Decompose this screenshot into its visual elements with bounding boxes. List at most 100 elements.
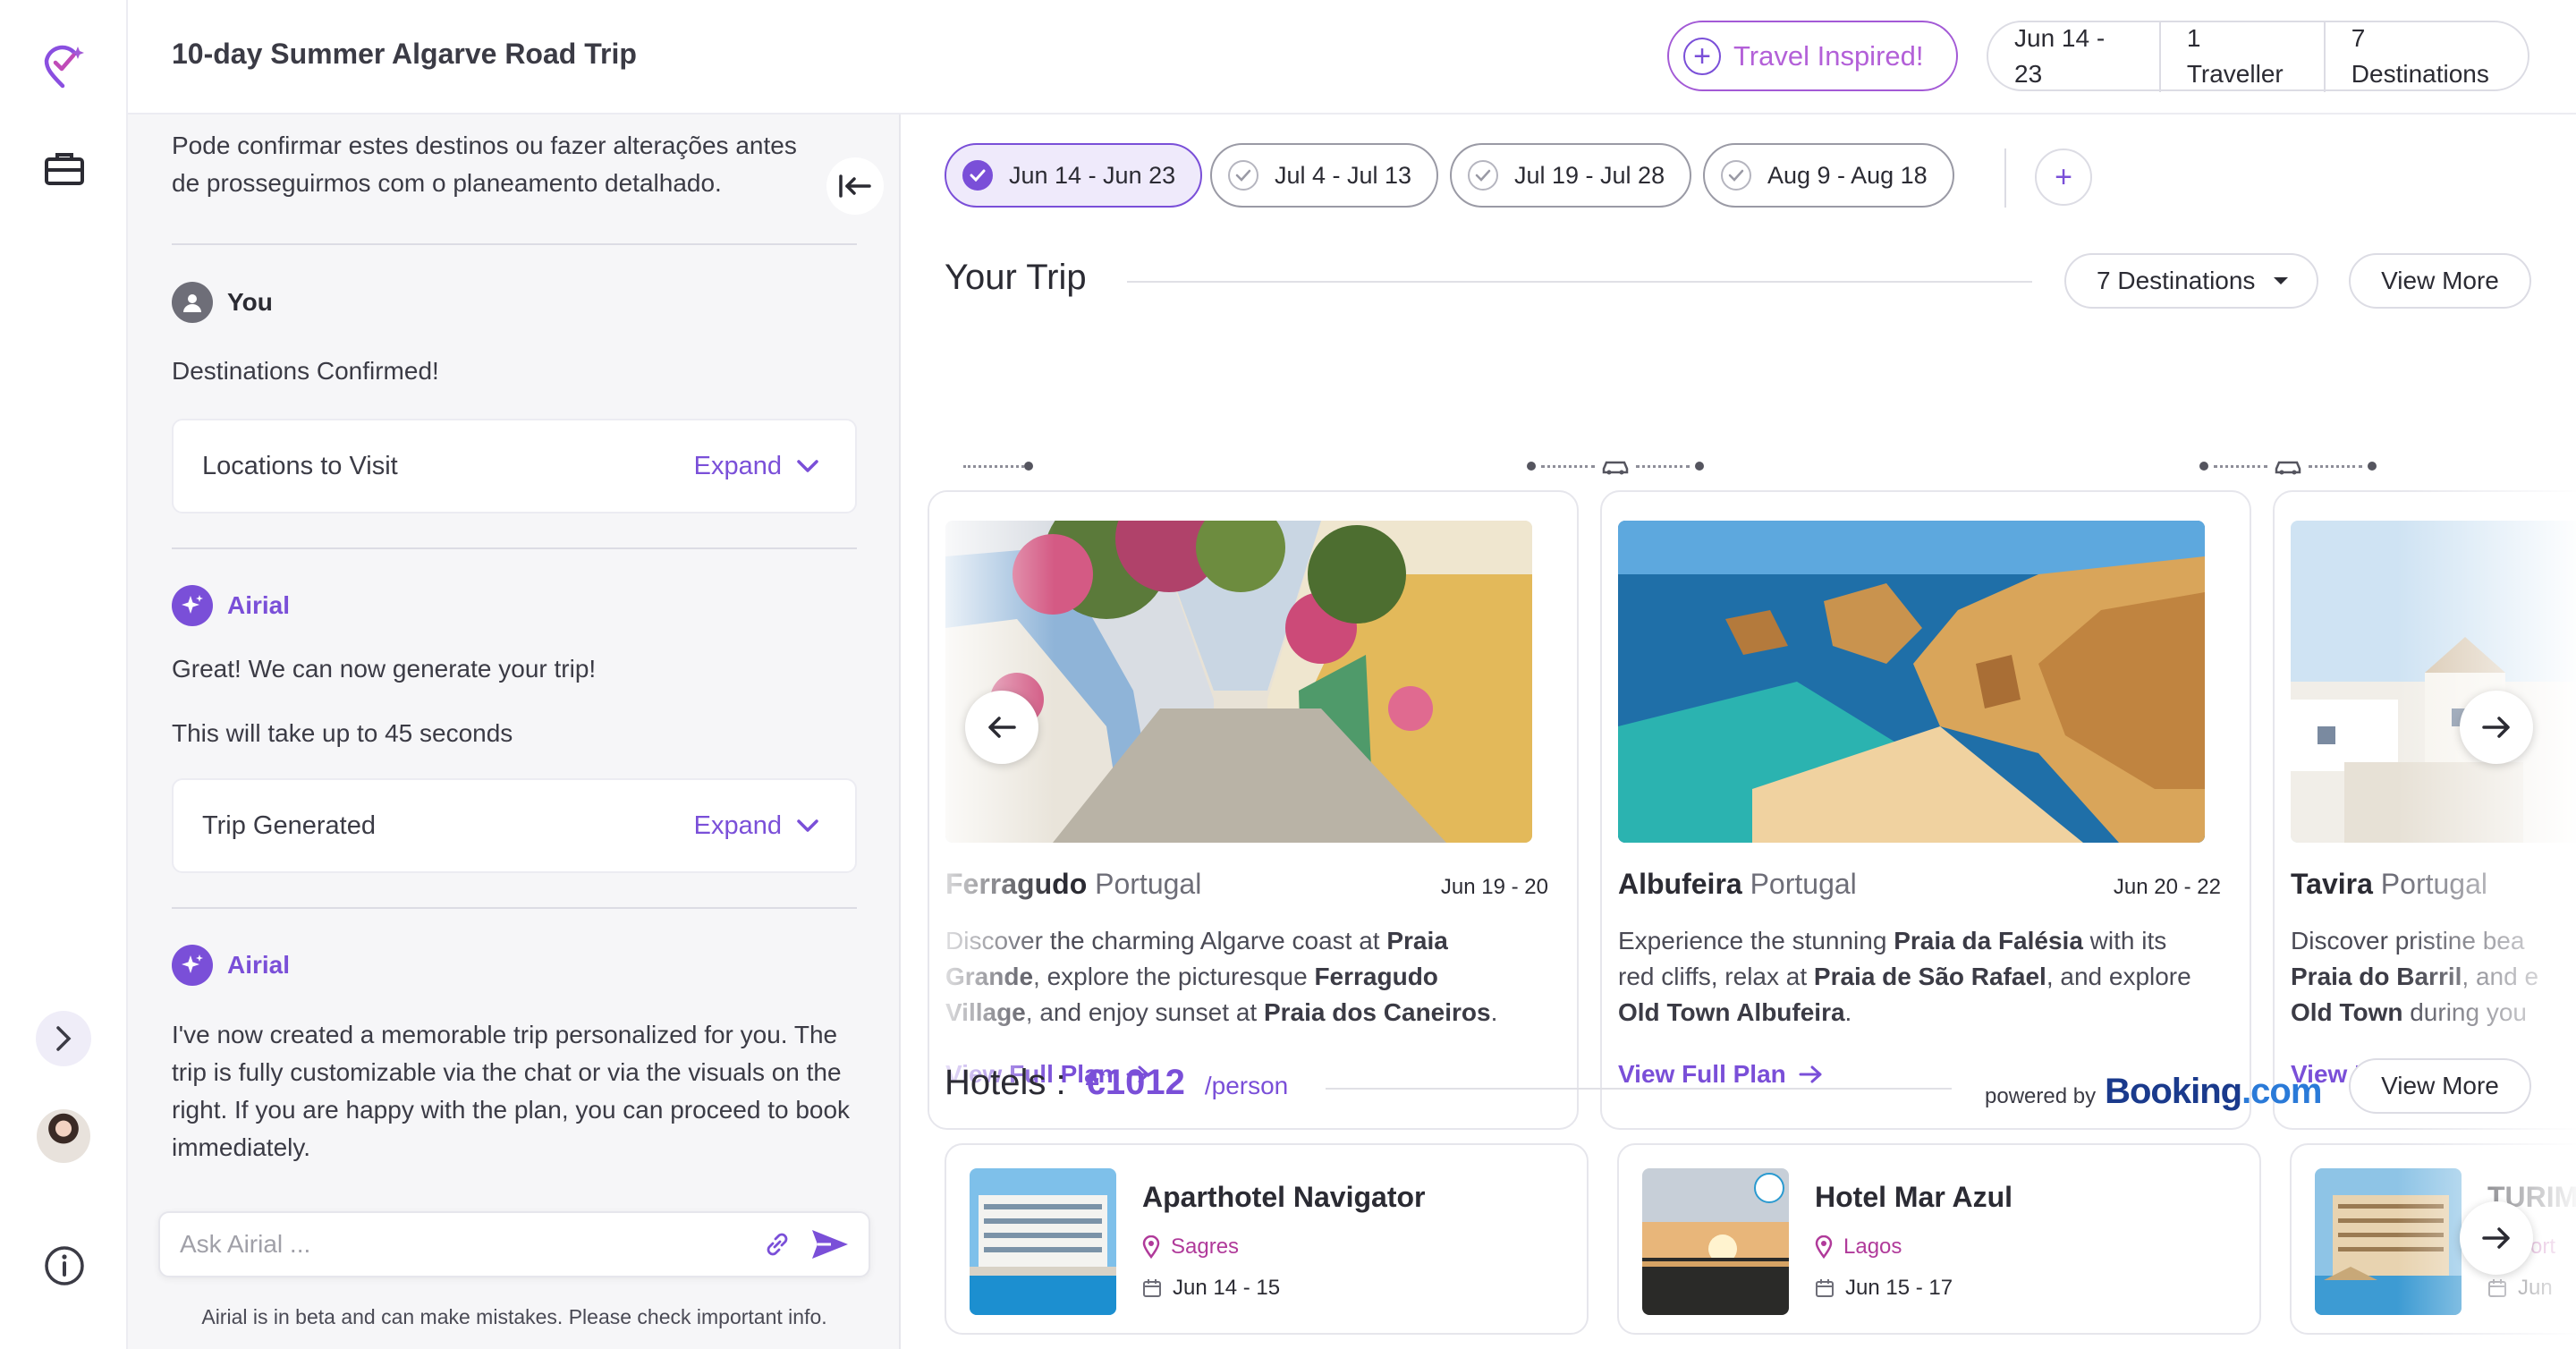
carousel-prev-button[interactable] [965, 691, 1038, 764]
trip-generated-card[interactable]: Trip Generated Expand [172, 778, 857, 873]
sparkle-icon [172, 585, 213, 626]
desc-highlight: Old Town Albufeira [1618, 998, 1845, 1026]
destination-card-ferragudo[interactable]: Ferragudo Portugal Jun 19 - 20 Discover … [928, 490, 1579, 1130]
check-circle-icon [1228, 160, 1258, 191]
send-button[interactable] [809, 1226, 851, 1262]
route-connector [1527, 453, 1704, 479]
date-tab-2[interactable]: Jul 4 - Jul 13 [1210, 143, 1439, 208]
route-connector [2199, 453, 2377, 479]
trip-summary-pill[interactable]: Jun 14 - 23 1 Traveller 7 Destinations [1987, 20, 2529, 92]
destination-title: Ferragudo Portugal [945, 868, 1201, 901]
trip-title: 10-day Summer Algarve Road Trip [172, 38, 637, 70]
ai-name: Airial [227, 951, 291, 979]
destination-card-albufeira[interactable]: Albufeira Portugal Jun 20 - 22 Experienc… [1600, 490, 2251, 1130]
chevron-down-icon [797, 819, 818, 832]
user-message-header: You [172, 282, 273, 323]
caret-down-icon [2274, 277, 2288, 284]
ai-message-header: Airial [172, 945, 290, 986]
destination-card-tavira[interactable]: Tavira Portugal Discover pristine bea Pr… [2273, 490, 2576, 1130]
chat-divider [172, 907, 857, 909]
desc-text: , explore the picturesque [1033, 963, 1315, 990]
date-tab-label: Jul 4 - Jul 13 [1275, 161, 1412, 189]
expand-button[interactable]: Expand [694, 452, 819, 481]
check-circle-icon [962, 160, 993, 191]
destination-description: Discover pristine bea Praia do Barril, a… [2291, 923, 2576, 1031]
collapse-left-icon [839, 174, 871, 198]
dropdown-label: 7 Destinations [2097, 267, 2256, 294]
hotel-photo [2315, 1168, 2462, 1315]
expand-sidebar-button[interactable] [36, 1011, 91, 1066]
hotel-card[interactable]: TURIM Port Jun [2290, 1143, 2576, 1335]
hotel-name: Hotel Mar Azul [1815, 1181, 2013, 1213]
desc-highlight: Praia da Falésia [1894, 927, 2083, 954]
carousel-next-button[interactable] [2460, 691, 2533, 764]
booking-attribution: powered by Booking.com [1985, 1072, 2322, 1112]
date-label: Jun 15 - 17 [1845, 1276, 1953, 1300]
desc-highlight: Praia de São Rafael [1813, 963, 2046, 990]
city-name: Tavira [2291, 868, 2373, 900]
attach-link-icon[interactable] [761, 1228, 793, 1260]
desc-text: during you [2402, 998, 2527, 1026]
hotel-dates: Jun 14 - 15 [1142, 1276, 1280, 1301]
hotel-card[interactable]: Hotel Mar Azul Lagos Jun 15 - 17 [1617, 1143, 2261, 1335]
airial-logo-icon[interactable] [0, 43, 128, 91]
hotels-price: €1012 [1085, 1063, 1185, 1102]
briefcase-icon[interactable] [0, 148, 128, 188]
chevron-down-icon [797, 460, 818, 472]
ai-message: This will take up to 45 seconds [172, 719, 513, 747]
hotel-card[interactable]: Aparthotel Navigator Sagres Jun 14 - 15 [945, 1143, 1589, 1335]
arrow-right-icon [2482, 1227, 2510, 1249]
hotels-price-unit: /person [1204, 1072, 1289, 1099]
ai-name: Airial [227, 591, 291, 619]
destination-dates: Jun 20 - 22 [2113, 875, 2221, 899]
location-pin-icon [1815, 1235, 1833, 1259]
hotels-header: Hotels : €1012 /person [945, 1063, 1288, 1103]
info-icon[interactable] [0, 1243, 128, 1288]
ai-message: Great! We can now generate your trip! [172, 655, 597, 683]
desc-text: , and explore [2046, 963, 2191, 990]
arrow-right-icon [2482, 717, 2510, 738]
arrow-left-icon [988, 717, 1016, 738]
travel-inspired-button[interactable]: + Travel Inspired! [1667, 21, 1958, 91]
desc-highlight: Praia dos Caneiros [1263, 998, 1491, 1026]
destinations-dropdown[interactable]: 7 Destinations [2064, 253, 2318, 309]
chat-divider [172, 547, 857, 549]
hotels-title: Hotels : [945, 1063, 1066, 1102]
trip-view-more-button[interactable]: View More [2349, 253, 2531, 309]
tab-separator [2004, 148, 2006, 208]
hotels-next-button[interactable] [2460, 1201, 2533, 1275]
desc-text: Experience the stunning [1618, 927, 1894, 954]
desc-text: . [1844, 998, 1852, 1026]
traveller-count[interactable]: 1 Traveller [2161, 20, 2326, 92]
section-line [1127, 281, 2032, 283]
chat-input-box[interactable] [158, 1211, 870, 1277]
expand-button[interactable]: Expand [694, 811, 819, 841]
date-tab-label: Jun 14 - Jun 23 [1009, 161, 1176, 189]
desc-text: , and enjoy sunset at [1025, 998, 1264, 1026]
check-circle-icon [1468, 160, 1498, 191]
plus-icon: + [2055, 159, 2072, 194]
expand-label: Expand [693, 451, 782, 480]
date-tab-4[interactable]: Aug 9 - Aug 18 [1703, 143, 1954, 208]
locations-to-visit-card[interactable]: Locations to Visit Expand [172, 419, 857, 513]
trip-dates[interactable]: Jun 14 - 23 [1988, 20, 2161, 92]
car-icon [2275, 461, 2301, 475]
date-tab-3[interactable]: Jul 19 - Jul 28 [1450, 143, 1692, 208]
travel-inspired-label: Travel Inspired! [1733, 39, 1924, 72]
destination-title: Albufeira Portugal [1618, 868, 1857, 901]
avatar[interactable] [37, 1109, 90, 1163]
view-full-plan-link[interactable]: View Full Plan [1618, 1060, 1824, 1089]
hotels-view-more-button[interactable]: View More [2349, 1058, 2531, 1114]
date-tab-1[interactable]: Jun 14 - Jun 23 [945, 143, 1203, 208]
destination-description: Experience the stunning Praia da Falésia… [1618, 923, 2199, 1031]
destination-count[interactable]: 7 Destinations [2326, 21, 2528, 92]
disclaimer: Airial is in beta and can make mistakes.… [201, 1305, 827, 1328]
calendar-icon [1816, 1279, 1834, 1297]
collapse-chat-button[interactable] [826, 157, 884, 215]
desc-highlight: Old Town [2291, 998, 2403, 1026]
add-date-range-button[interactable]: + [2035, 148, 2092, 206]
user-icon [172, 282, 213, 323]
chat-input[interactable] [178, 1229, 745, 1260]
hotel-photo [970, 1168, 1116, 1315]
plus-circle-icon: + [1683, 37, 1721, 75]
